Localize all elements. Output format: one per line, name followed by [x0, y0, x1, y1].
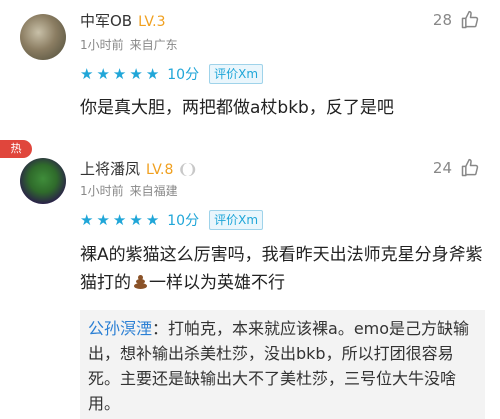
- like-button[interactable]: 28: [433, 10, 480, 30]
- star-icon: ★: [129, 211, 143, 229]
- avatar[interactable]: [20, 158, 66, 204]
- username[interactable]: 上将潘凤 LV.8 ❨❩: [80, 158, 198, 179]
- poop-emoji-icon: [131, 273, 149, 290]
- star-icon: ★: [112, 65, 127, 83]
- rating-score: 10分: [167, 67, 200, 83]
- level-badge: LV.8: [146, 162, 174, 178]
- star-icon: ★: [129, 65, 143, 83]
- thumbs-up-icon: [460, 158, 480, 178]
- wings-icon: ❨❩: [177, 162, 198, 178]
- star-icon: ★: [80, 65, 94, 83]
- comment-meta: 1小时前 来自福建: [80, 182, 178, 199]
- like-count: 28: [432, 11, 452, 29]
- star-rating: ★ ★ ★ ★ ★: [80, 65, 159, 83]
- reply-author[interactable]: 公孙溟湮: [88, 319, 152, 338]
- star-icon: ★: [145, 65, 160, 83]
- star-icon: ★: [96, 211, 110, 229]
- comment-text: 裸A的紫猫这么厉害吗，我看昨天出法师克星分身斧紫猫打的 一样以为英雄不行: [80, 245, 483, 293]
- rating-score: 10分: [167, 213, 200, 229]
- rating-row: ★ ★ ★ ★ ★ 10分 评价Xm: [80, 64, 264, 84]
- rating-row: ★ ★ ★ ★ ★ 10分 评价Xm: [80, 210, 264, 230]
- like-button[interactable]: 24: [433, 158, 480, 178]
- timestamp: 1小时前: [80, 38, 124, 52]
- username[interactable]: 中军OB LV.3: [80, 10, 166, 31]
- reply-box[interactable]: 公孙溟湮：打帕克，本来就应该裸a。emo是己方缺输出，想补输出杀美杜莎，没出bk…: [80, 310, 485, 419]
- star-icon: ★: [112, 211, 127, 229]
- star-rating: ★ ★ ★ ★ ★: [80, 211, 159, 229]
- star-icon: ★: [96, 65, 110, 83]
- hot-badge: 热: [0, 140, 32, 158]
- star-icon: ★: [145, 211, 160, 229]
- level-badge: LV.3: [138, 14, 166, 30]
- evaluation-tag[interactable]: 评价Xm: [209, 210, 264, 230]
- star-icon: ★: [80, 211, 94, 229]
- location: 来自广东: [129, 38, 178, 52]
- avatar[interactable]: [20, 14, 66, 60]
- comment-meta: 1小时前 来自广东: [80, 36, 178, 53]
- thumbs-up-icon: [460, 10, 480, 30]
- comment-text: 你是真大胆，两把都做a杖bkb，反了是吧: [80, 98, 394, 118]
- location: 来自福建: [129, 184, 178, 198]
- like-count: 24: [432, 159, 452, 177]
- evaluation-tag[interactable]: 评价Xm: [209, 64, 264, 84]
- timestamp: 1小时前: [80, 184, 124, 198]
